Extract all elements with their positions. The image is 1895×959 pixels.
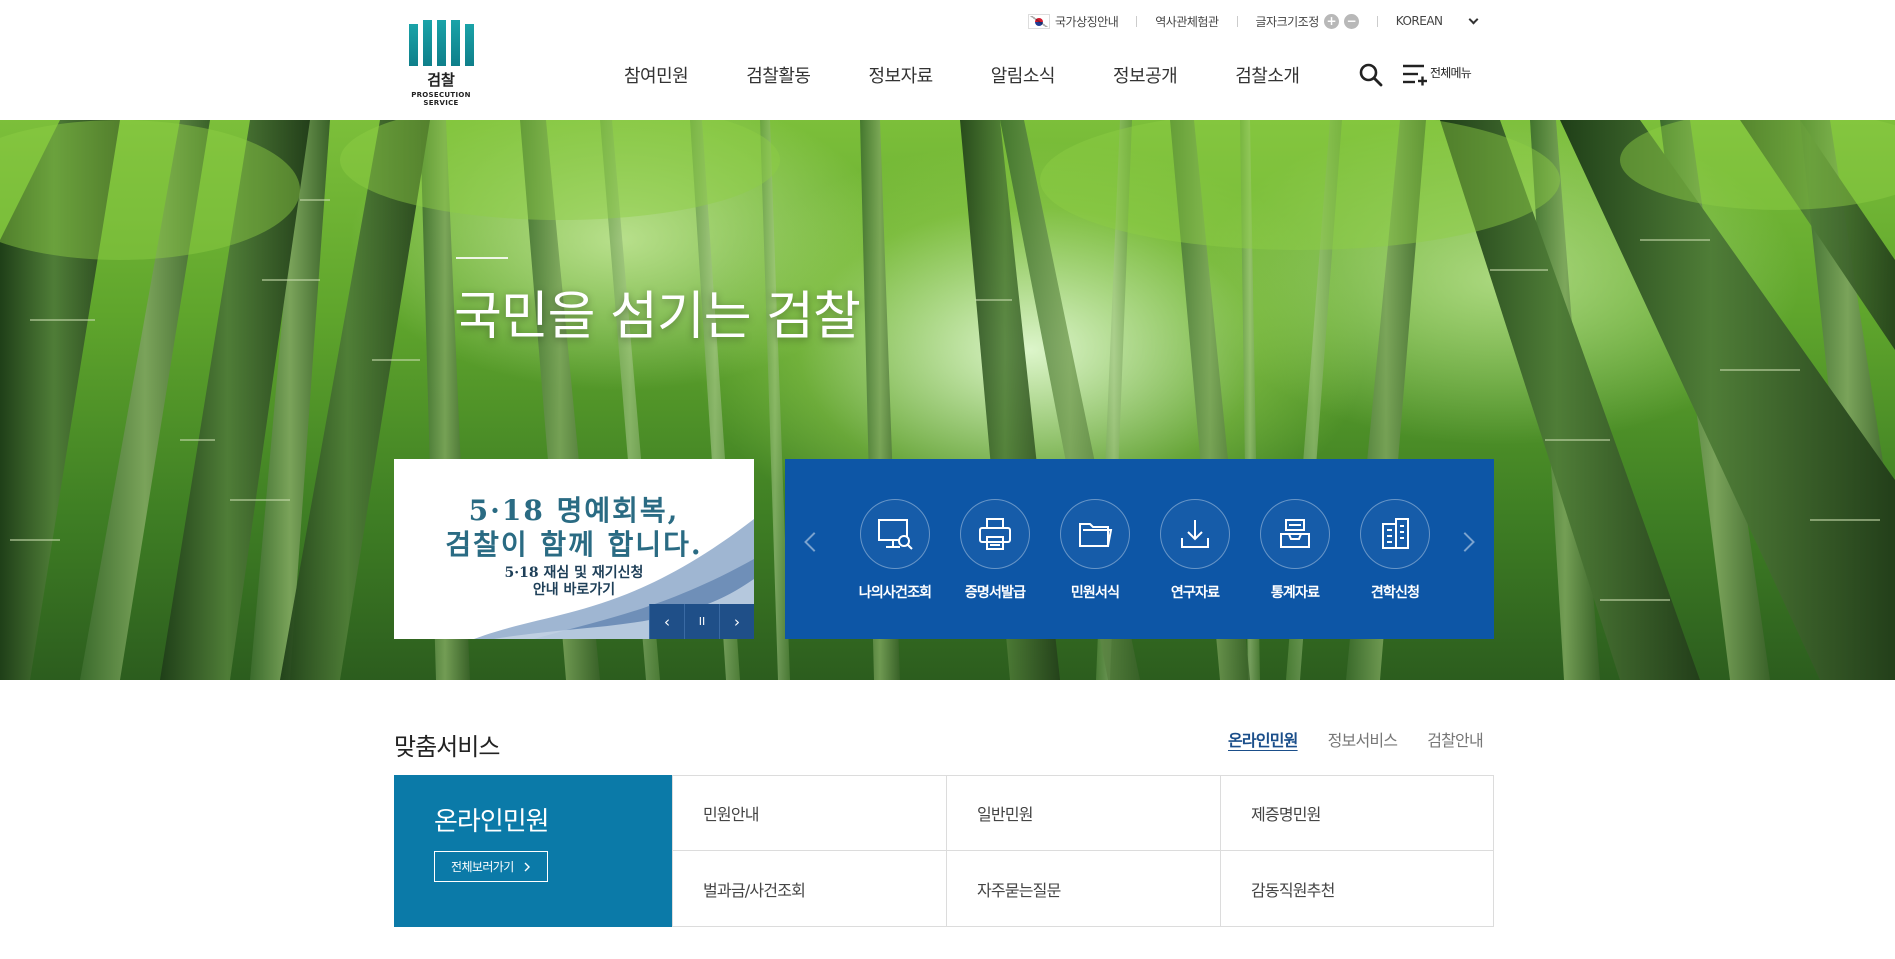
quick-item-circle	[960, 499, 1030, 569]
service-section-title: 맞춤서비스	[394, 733, 500, 761]
hero-visual: 국민을 섬기는 검찰 5·18 명예회복, 검찰이 함께 합니다. 5·18 재…	[0, 120, 1895, 680]
service-panel: 온라인민원 전체보러가기 민원안내 일반민원 제증명민원 벌과금/사건조회 자주…	[394, 775, 1494, 927]
logo-subtext: PROSECUTION SERVICE	[411, 91, 471, 107]
service-link-faq[interactable]: 자주묻는질문	[946, 851, 1220, 926]
divider	[1236, 15, 1238, 27]
divider	[1136, 15, 1138, 27]
banner-next-button[interactable]: ›	[719, 604, 754, 639]
quick-item-case-lookup[interactable]: 나의사건조회	[845, 499, 945, 602]
service-panel-title: 온라인민원	[434, 807, 550, 837]
search-icon	[1359, 63, 1383, 87]
tab-prosecution-guide[interactable]: 검찰안내	[1427, 727, 1483, 751]
national-symbol-label: 국가상징안내	[1055, 14, 1119, 29]
nav-item-news[interactable]: 알림소식	[991, 62, 1056, 88]
language-label: KOREAN	[1395, 14, 1443, 28]
history-hall-link[interactable]: 역사관체험관	[1155, 13, 1219, 30]
tab-info-service[interactable]: 정보서비스	[1328, 727, 1398, 751]
quick-item-tour[interactable]: 견학신청	[1345, 499, 1445, 602]
font-size-label: 글자크기조정	[1255, 14, 1320, 29]
building-icon	[1382, 518, 1409, 549]
font-increase-button[interactable]: +	[1323, 13, 1339, 29]
language-select[interactable]: KOREAN	[1395, 14, 1478, 28]
printer-icon	[979, 518, 1011, 550]
quick-item-label: 통계자료	[1270, 585, 1320, 601]
quick-item-circle	[860, 499, 930, 569]
quick-next-arrow-icon[interactable]	[1455, 532, 1475, 552]
font-decrease-button[interactable]: −	[1343, 13, 1359, 29]
all-menu-button[interactable]: 전체메뉴	[1402, 62, 1472, 86]
quick-prev-arrow-icon[interactable]	[804, 532, 824, 552]
quick-item-research[interactable]: 연구자료	[1145, 499, 1245, 602]
nav-item-about[interactable]: 검찰소개	[1235, 62, 1300, 88]
history-hall-label: 역사관체험관	[1155, 14, 1219, 29]
service-link-general[interactable]: 일반민원	[946, 776, 1220, 851]
service-link-certificate[interactable]: 제증명민원	[1220, 776, 1494, 851]
search-button[interactable]	[1358, 62, 1384, 88]
all-menu-label: 전체메뉴	[1430, 66, 1472, 80]
quick-item-label: 민원서식	[1070, 585, 1120, 601]
headline-decoration	[456, 257, 508, 259]
logo-text: 검찰	[427, 71, 455, 89]
utility-bar: 국가상징안내 역사관체험관 글자크기조정 + − KOREAN	[1028, 10, 1478, 32]
site-header: 검찰 PROSECUTION SERVICE 국가상징안내 역사관체험관 글자크…	[0, 0, 1895, 120]
quick-item-statistics[interactable]: 통계자료	[1245, 499, 1345, 602]
quick-item-circle	[1060, 499, 1130, 569]
quick-menu: 나의사건조회 증명서발급 민원서식 연구자료 통계자료 견학신청	[785, 459, 1494, 639]
menu-plus-icon	[1403, 64, 1427, 86]
quick-item-forms[interactable]: 민원서식	[1045, 499, 1145, 602]
nav-item-information[interactable]: 정보자료	[869, 62, 934, 88]
main-navigation: 참여민원 검찰활동 정보자료 알림소식 정보공개 검찰소개	[624, 62, 1300, 88]
service-link-guide[interactable]: 민원안내	[672, 776, 946, 851]
banner-subtitle-line2: 안내 바로가기	[532, 582, 616, 598]
service-link-staff-recommend[interactable]: 감동직원추천	[1220, 851, 1494, 926]
banner-prev-button[interactable]: ‹	[649, 604, 684, 639]
quick-item-certificate[interactable]: 증명서발급	[945, 499, 1045, 602]
chevron-right-icon	[524, 862, 530, 871]
quick-item-label: 증명서발급	[964, 585, 1026, 601]
banner-controls: ‹ II ›	[649, 604, 754, 639]
quick-item-circle	[1160, 499, 1230, 569]
folder-icon	[1079, 523, 1113, 547]
logo-mark	[393, 20, 489, 66]
banner-subtitle: 5·18 재심 및 재기신청 안내 바로가기	[424, 565, 724, 599]
site-logo[interactable]: 검찰 PROSECUTION SERVICE	[393, 20, 489, 107]
banner-pause-button[interactable]: II	[684, 604, 719, 639]
nav-item-participation[interactable]: 참여민원	[624, 62, 689, 88]
chevron-down-icon	[1468, 14, 1478, 24]
quick-item-circle	[1260, 499, 1330, 569]
service-links-grid: 민원안내 일반민원 제증명민원 벌과금/사건조회 자주묻는질문 감동직원추천	[672, 776, 1494, 926]
monitor-search-icon	[878, 519, 913, 550]
service-panel-header: 온라인민원 전체보러가기	[394, 775, 672, 927]
tab-online-civil[interactable]: 온라인민원	[1228, 727, 1298, 751]
quick-item-label: 나의사건조회	[858, 585, 932, 601]
font-size-control: 글자크기조정 + −	[1256, 13, 1359, 30]
promo-banner[interactable]: 5·18 명예회복, 검찰이 함께 합니다. 5·18 재심 및 재기신청 안내…	[394, 459, 754, 639]
quick-item-circle	[1360, 499, 1430, 569]
hero-headline: 국민을 섬기는 검찰	[454, 287, 861, 347]
service-tabs: 온라인민원 정보서비스 검찰안내	[1228, 727, 1484, 751]
view-all-button[interactable]: 전체보러가기	[434, 851, 548, 882]
download-icon	[1181, 520, 1209, 548]
quick-item-label: 연구자료	[1170, 585, 1220, 601]
korean-flag-icon	[1028, 13, 1050, 29]
nav-item-disclosure[interactable]: 정보공개	[1113, 62, 1178, 88]
inbox-icon	[1280, 519, 1310, 548]
nav-item-activities[interactable]: 검찰활동	[746, 62, 811, 88]
service-link-fine-case[interactable]: 벌과금/사건조회	[672, 851, 946, 926]
view-all-label: 전체보러가기	[451, 860, 514, 874]
divider	[1376, 15, 1378, 27]
national-symbol-link[interactable]: 국가상징안내	[1028, 13, 1119, 30]
quick-item-label: 견학신청	[1370, 585, 1420, 601]
banner-title-line2: 검찰이 함께 합니다.	[445, 528, 703, 561]
banner-subtitle-line1: 5·18 재심 및 재기신청	[504, 565, 644, 581]
